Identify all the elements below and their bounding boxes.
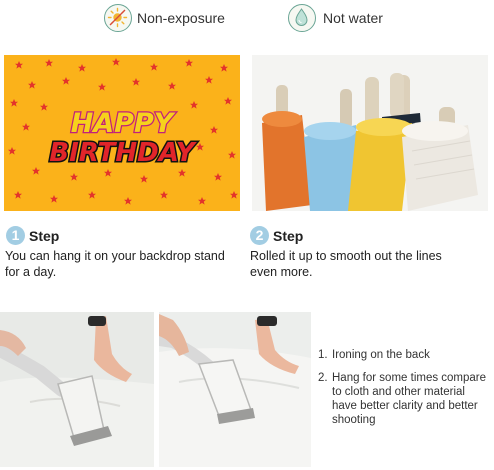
instruction-item-1: 1. Ironing on the back — [318, 348, 494, 364]
steaming-photo-2 — [159, 312, 311, 467]
birthday-banner-image: HAPPY BIRTHDAY — [4, 55, 240, 211]
instruction-number-2: 2. — [318, 372, 328, 384]
step-description-2: Rolled it up to smooth out the lines eve… — [250, 249, 442, 279]
instruction-text-1: Ironing on the back — [332, 349, 430, 361]
sun-icon — [104, 4, 132, 32]
step-description-1: You can hang it on your backdrop stand f… — [5, 249, 225, 279]
step-number-2: 2 — [250, 226, 269, 245]
instruction-text-2: Hang for some times compare to cloth and… — [332, 372, 487, 426]
step-title-1: Step — [29, 228, 60, 244]
banner-stars: HAPPY BIRTHDAY — [8, 58, 238, 205]
instruction-number-1: 1. — [318, 349, 328, 361]
step-number-1: 1 — [6, 226, 25, 245]
feature-label-not-water: Not water — [323, 10, 383, 26]
banner-line-happy: HAPPY — [71, 108, 176, 139]
water-drop-icon — [288, 4, 316, 32]
steaming-photo-1 — [0, 312, 154, 467]
instruction-item-2: 2. Hang for some times compare to cloth … — [318, 371, 494, 431]
step-title-2: Step — [273, 228, 304, 244]
feature-label-non-exposure: Non-exposure — [137, 10, 225, 26]
fabric-rolls-image — [252, 55, 488, 211]
banner-line-birthday: BIRTHDAY — [49, 138, 198, 168]
